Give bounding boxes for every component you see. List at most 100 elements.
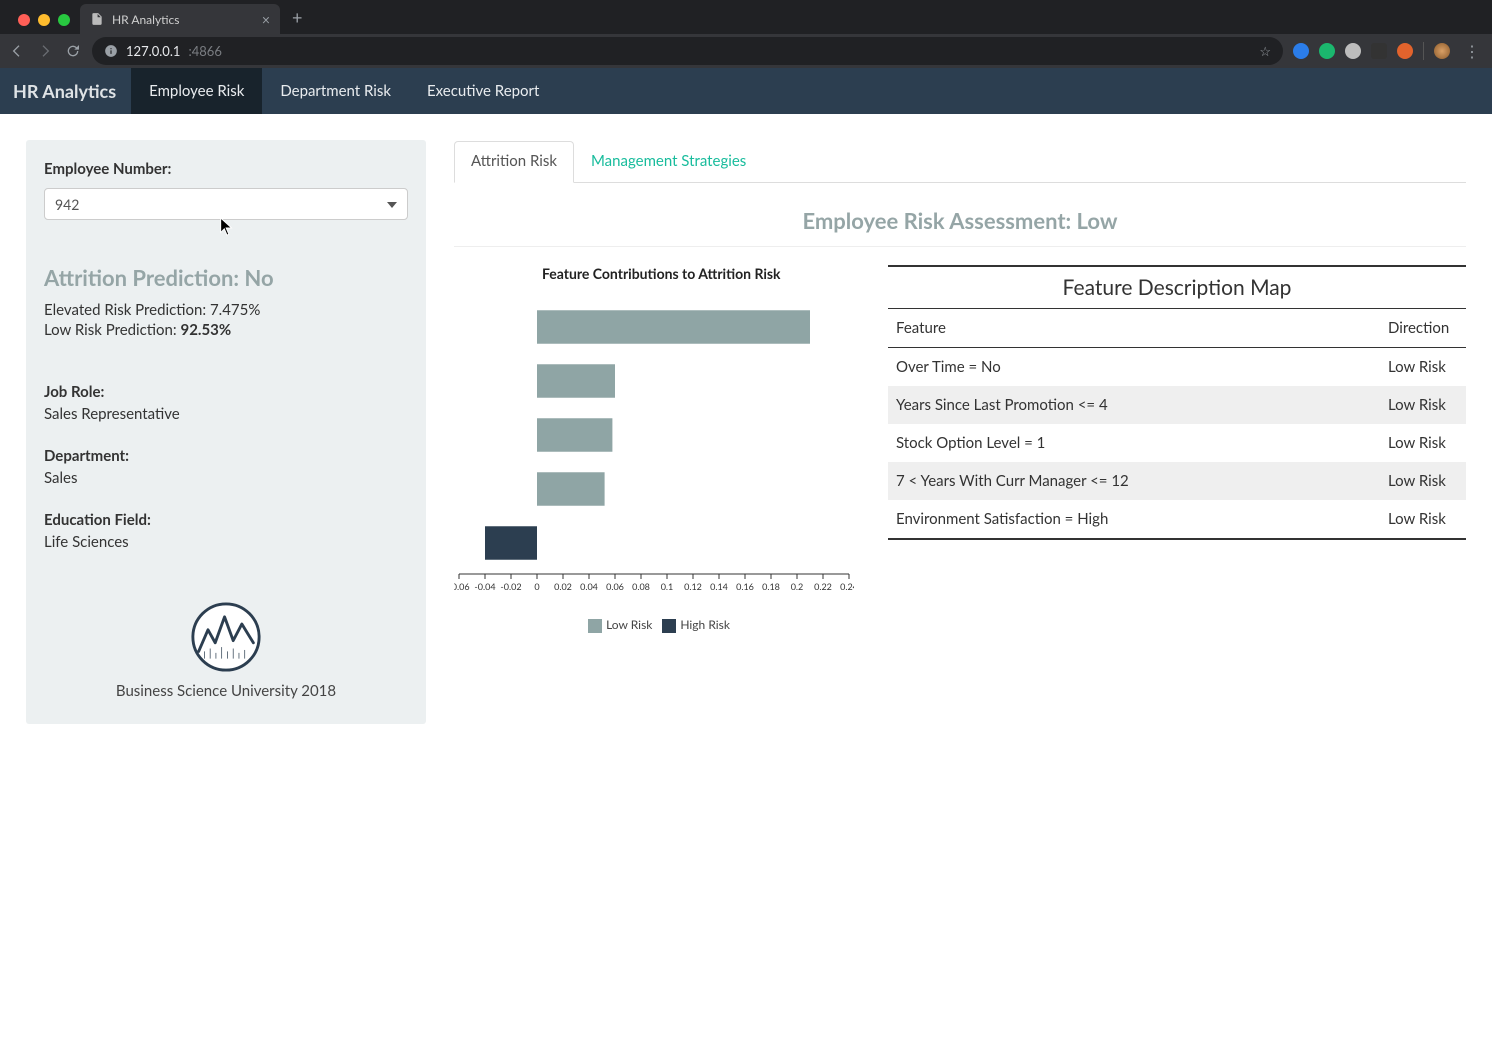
main-panel: Attrition Risk Management Strategies Emp… bbox=[454, 140, 1466, 633]
feature-table-header: Feature Direction bbox=[888, 309, 1466, 348]
page-icon bbox=[90, 12, 104, 26]
employee-number-value: 942 bbox=[55, 196, 79, 213]
svg-text:0.02: 0.02 bbox=[554, 581, 572, 592]
sidebar-panel: Employee Number: 942 Attrition Predictio… bbox=[26, 140, 426, 724]
bookmark-star-icon[interactable]: ☆ bbox=[1259, 43, 1271, 60]
legend-label: Low Risk bbox=[606, 617, 652, 632]
education-label: Education Field: bbox=[44, 511, 408, 529]
nav-department-risk[interactable]: Department Risk bbox=[262, 68, 409, 114]
profile-avatar-icon[interactable] bbox=[1434, 43, 1450, 59]
logo-caption: Business Science University 2018 bbox=[44, 682, 408, 700]
browser-chrome: HR Analytics × + 127.0.0.1 :4866 ☆ bbox=[0, 0, 1492, 68]
extension-icon[interactable] bbox=[1319, 43, 1335, 59]
svg-text:-0.02: -0.02 bbox=[500, 581, 521, 592]
feature-cell: Stock Option Level = 1 bbox=[896, 434, 1388, 452]
table-row: 7 < Years With Curr Manager <= 12Low Ris… bbox=[888, 462, 1466, 500]
table-row: Over Time = NoLow Risk bbox=[888, 348, 1466, 386]
employee-number-select[interactable]: 942 bbox=[44, 188, 408, 220]
legend-swatch bbox=[662, 619, 676, 633]
separator bbox=[1423, 42, 1424, 60]
elevated-risk-value: 7.475% bbox=[210, 301, 260, 319]
address-bar[interactable]: 127.0.0.1 :4866 ☆ bbox=[92, 37, 1283, 65]
job-role-label: Job Role: bbox=[44, 383, 408, 401]
url-port: :4866 bbox=[188, 43, 221, 59]
browser-menu-icon[interactable]: ⋮ bbox=[1460, 42, 1484, 61]
extension-icon[interactable] bbox=[1293, 43, 1309, 59]
url-host: 127.0.0.1 bbox=[126, 43, 180, 59]
feature-table: Feature Description Map Feature Directio… bbox=[888, 265, 1466, 540]
window-controls bbox=[8, 14, 80, 34]
svg-text:0.04: 0.04 bbox=[580, 581, 598, 592]
window-close-icon[interactable] bbox=[18, 14, 30, 26]
svg-text:0.22: 0.22 bbox=[814, 581, 832, 592]
back-button[interactable] bbox=[8, 42, 26, 60]
low-risk-line: Low Risk Prediction: 92.53% bbox=[44, 321, 408, 339]
tab-nav: Attrition Risk Management Strategies bbox=[454, 140, 1466, 183]
toolbar: 127.0.0.1 :4866 ☆ ⋮ bbox=[0, 34, 1492, 68]
table-row: Years Since Last Promotion <= 4Low Risk bbox=[888, 386, 1466, 424]
table-row: Environment Satisfaction = HighLow Risk bbox=[888, 500, 1466, 538]
feature-cell: Years Since Last Promotion <= 4 bbox=[896, 396, 1388, 414]
svg-text:0: 0 bbox=[534, 581, 539, 592]
employee-number-label: Employee Number: bbox=[44, 160, 408, 178]
chevron-down-icon bbox=[387, 196, 397, 213]
direction-col-header: Direction bbox=[1388, 319, 1458, 337]
close-tab-icon[interactable]: × bbox=[262, 11, 270, 28]
reload-button[interactable] bbox=[64, 42, 82, 60]
content: Employee Number: 942 Attrition Predictio… bbox=[0, 114, 1492, 750]
department-value: Sales bbox=[44, 469, 408, 487]
svg-text:0.14: 0.14 bbox=[710, 581, 728, 592]
assessment-title: Employee Risk Assessment: Low bbox=[454, 207, 1466, 247]
browser-tab-title: HR Analytics bbox=[112, 12, 179, 27]
tab-attrition-risk[interactable]: Attrition Risk bbox=[454, 141, 574, 183]
logo-wrap: Business Science University 2018 bbox=[44, 601, 408, 700]
feature-cell: Environment Satisfaction = High bbox=[896, 510, 1388, 528]
table-row: Stock Option Level = 1Low Risk bbox=[888, 424, 1466, 462]
job-role-value: Sales Representative bbox=[44, 405, 408, 423]
elevated-risk-prefix: Elevated Risk Prediction: bbox=[44, 301, 210, 319]
elevated-risk-line: Elevated Risk Prediction: 7.475% bbox=[44, 301, 408, 319]
direction-cell: Low Risk bbox=[1388, 434, 1458, 452]
app-navbar: HR Analytics Employee Risk Department Ri… bbox=[0, 68, 1492, 114]
svg-text:0.06: 0.06 bbox=[606, 581, 624, 592]
nav-executive-report[interactable]: Executive Report bbox=[409, 68, 557, 114]
extension-icon[interactable] bbox=[1345, 43, 1361, 59]
new-tab-button[interactable]: + bbox=[280, 6, 314, 34]
svg-text:0.12: 0.12 bbox=[684, 581, 702, 592]
direction-cell: Low Risk bbox=[1388, 472, 1458, 490]
svg-text:0.1: 0.1 bbox=[661, 581, 674, 592]
window-maximize-icon[interactable] bbox=[58, 14, 70, 26]
chart-block: Feature Contributions to Attrition Risk … bbox=[454, 265, 854, 633]
svg-text:0.08: 0.08 bbox=[632, 581, 650, 592]
svg-text:0.16: 0.16 bbox=[736, 581, 754, 592]
browser-tab[interactable]: HR Analytics × bbox=[80, 4, 280, 34]
extension-icon[interactable] bbox=[1397, 43, 1413, 59]
svg-text:0.18: 0.18 bbox=[762, 581, 780, 592]
site-info-icon[interactable] bbox=[104, 44, 118, 58]
nav-employee-risk[interactable]: Employee Risk bbox=[131, 68, 262, 114]
feature-col-header: Feature bbox=[896, 319, 1388, 337]
svg-text:-0.06: -0.06 bbox=[454, 581, 470, 592]
feature-cell: Over Time = No bbox=[896, 358, 1388, 376]
brand: HR Analytics bbox=[0, 80, 131, 102]
feature-table-title: Feature Description Map bbox=[888, 265, 1466, 309]
extension-icon[interactable] bbox=[1371, 43, 1387, 59]
forward-button[interactable] bbox=[36, 42, 54, 60]
direction-cell: Low Risk bbox=[1388, 510, 1458, 528]
window-minimize-icon[interactable] bbox=[38, 14, 50, 26]
bsu-logo-icon bbox=[190, 601, 262, 673]
legend-swatch bbox=[588, 619, 602, 633]
svg-text:0.24: 0.24 bbox=[840, 581, 854, 592]
education-value: Life Sciences bbox=[44, 533, 408, 551]
direction-cell: Low Risk bbox=[1388, 396, 1458, 414]
low-risk-value: 92.53% bbox=[181, 321, 232, 339]
chart-legend: Low RiskHigh Risk bbox=[454, 617, 854, 633]
feature-rows: Over Time = NoLow RiskYears Since Last P… bbox=[888, 348, 1466, 540]
extension-icons: ⋮ bbox=[1293, 42, 1484, 61]
attrition-prediction-title: Attrition Prediction: No bbox=[44, 264, 408, 291]
department-label: Department: bbox=[44, 447, 408, 465]
svg-text:-0.04: -0.04 bbox=[474, 581, 495, 592]
tab-management-strategies[interactable]: Management Strategies bbox=[574, 141, 763, 183]
chart-title: Feature Contributions to Attrition Risk bbox=[542, 265, 854, 282]
direction-cell: Low Risk bbox=[1388, 358, 1458, 376]
